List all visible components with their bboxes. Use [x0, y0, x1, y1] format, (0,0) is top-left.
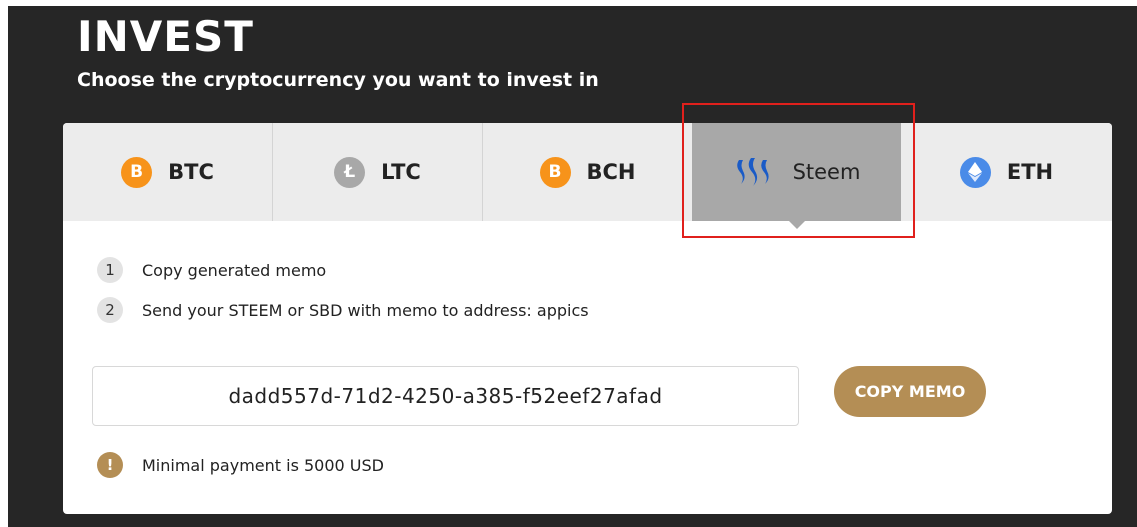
- invest-card: B BTC Ł LTC B BCH Steem ETH 1 Copy gener…: [63, 123, 1112, 514]
- page-title: INVEST: [77, 12, 254, 61]
- tab-label: BTC: [168, 160, 214, 184]
- litecoin-icon: Ł: [334, 156, 366, 188]
- ethereum-icon: [959, 156, 991, 188]
- bitcoin-cash-icon: B: [539, 156, 571, 188]
- warning-text: Minimal payment is 5000 USD: [142, 455, 384, 475]
- tab-label: LTC: [381, 160, 421, 184]
- active-tab-indicator: [787, 220, 806, 229]
- copy-memo-button[interactable]: COPY MEMO: [834, 366, 986, 417]
- tab-eth[interactable]: ETH: [901, 123, 1112, 221]
- page-subtitle: Choose the cryptocurrency you want to in…: [77, 69, 599, 91]
- step-text: Send your STEEM or SBD with memo to addr…: [142, 300, 589, 320]
- tab-steem[interactable]: Steem: [692, 123, 901, 229]
- tab-label: Steem: [792, 160, 861, 184]
- steem-icon: [733, 157, 777, 188]
- minimum-payment-notice: ! Minimal payment is 5000 USD: [97, 452, 384, 478]
- step-item: 2 Send your STEEM or SBD with memo to ad…: [97, 297, 589, 323]
- tab-label: ETH: [1006, 160, 1054, 184]
- tab-label: BCH: [586, 160, 636, 184]
- tab-ltc[interactable]: Ł LTC: [273, 123, 483, 221]
- step-text: Copy generated memo: [142, 260, 327, 280]
- step-item: 1 Copy generated memo: [97, 257, 326, 283]
- tab-btc[interactable]: B BTC: [63, 123, 273, 221]
- step-number: 2: [97, 297, 123, 323]
- tab-bch[interactable]: B BCH: [483, 123, 692, 221]
- currency-tabs: B BTC Ł LTC B BCH Steem ETH: [63, 123, 1112, 229]
- bitcoin-icon: B: [121, 156, 153, 188]
- step-number: 1: [97, 257, 123, 283]
- warning-icon: !: [97, 452, 123, 478]
- memo-field[interactable]: dadd557d-71d2-4250-a385-f52eef27afad: [92, 366, 799, 426]
